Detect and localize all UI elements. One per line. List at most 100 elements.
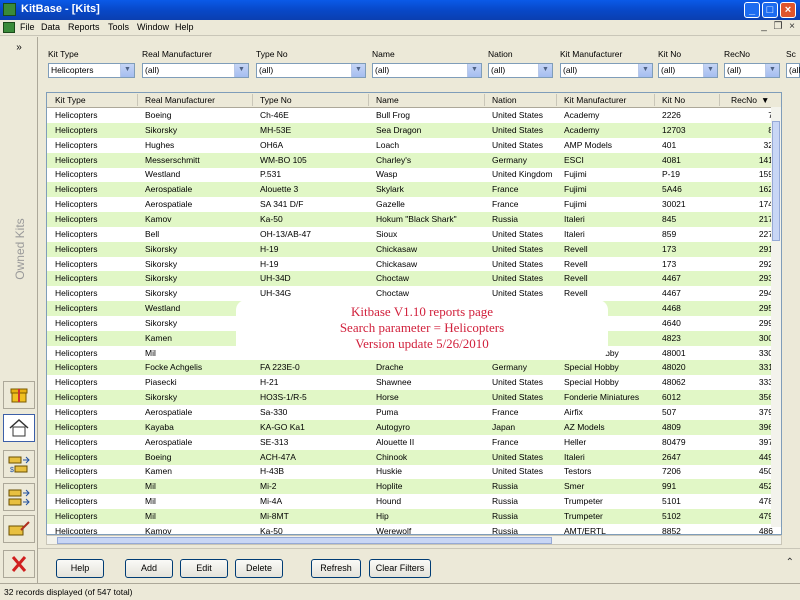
filter-kit-type-select[interactable]: Helicopters ▼ <box>48 63 135 78</box>
table-row[interactable]: Helicopters Mil Mi-8MT Hip Russia Trumpeter 51… <box>47 508 775 524</box>
collapse-icon[interactable]: ⌃ <box>786 557 794 568</box>
mdi-restore-icon[interactable]: ❐ <box>772 21 784 33</box>
column-header-kit-manufacturer[interactable]: Kit Manufacturer <box>564 95 626 105</box>
chevron-down-icon[interactable]: ▼ <box>638 64 652 77</box>
table-row[interactable]: Helicopters Kamov Ka-50 Werewolf Russia AMT/E… <box>47 524 775 534</box>
filter-real-manufacturer-value: (all) <box>145 65 160 75</box>
table-cell: UH-34D <box>260 273 291 284</box>
horizontal-scroll-thumb[interactable] <box>57 537 552 544</box>
table-cell: Fujimi <box>564 184 587 195</box>
table-cell: 2226 <box>662 110 681 120</box>
menu-tools[interactable]: Tools <box>108 22 129 32</box>
table-row[interactable]: Helicopters Aerospatiale SA 341 D/F Gazelle… <box>47 197 775 212</box>
table-cell: Helicopters <box>55 139 98 150</box>
column-header-type-no[interactable]: Type No <box>260 95 292 105</box>
home-icon[interactable] <box>3 414 35 442</box>
table-cell: Special Hobby <box>564 362 619 373</box>
table-row[interactable]: Helicopters Sikorsky UH-34G Choctaw United S… <box>47 286 775 301</box>
table-row[interactable]: Helicopters Kamen H-43B Huskie United States… <box>47 464 775 479</box>
table-cell: 173 <box>662 258 677 269</box>
edit-kit-icon[interactable] <box>3 515 35 543</box>
maximize-button[interactable]: □ <box>762 2 778 18</box>
expand-sidebar-button[interactable]: » <box>8 41 30 57</box>
filter-nation-select[interactable]: (all) ▼ <box>488 63 553 78</box>
table-row[interactable]: Helicopters Hughes OH6A Loach United States A… <box>47 138 775 153</box>
table-cell: Helicopters <box>55 481 98 492</box>
filter-label-real-manufacturer: Real Manufacturer <box>142 49 212 59</box>
table-row[interactable]: Helicopters Aerospatiale Sa-330 Puma France A… <box>47 405 775 420</box>
column-header-nation[interactable]: Nation <box>492 95 517 105</box>
column-header-real-manufacturer[interactable]: Real Manufacturer <box>145 95 215 105</box>
table-row[interactable]: Helicopters Sikorsky H-19 Chickasaw United S… <box>47 257 775 272</box>
column-header-name[interactable]: Name <box>376 95 399 105</box>
filter-type-no-select[interactable]: (all) ▼ <box>256 63 366 78</box>
table-row[interactable]: Helicopters Sikorsky MH-53E Sea Dragon Unite… <box>47 122 775 138</box>
table-row[interactable]: Helicopters Sikorsky H-19 Chickasaw United S… <box>47 241 775 257</box>
menu-file[interactable]: File <box>20 22 35 32</box>
close-button[interactable]: × <box>780 2 796 18</box>
table-row[interactable]: Helicopters Focke Achgelis FA 223E-0 Drache… <box>47 360 775 376</box>
add-button[interactable]: Add <box>125 559 173 578</box>
chevron-down-icon[interactable]: ▼ <box>234 64 248 77</box>
table-cell: Revell <box>564 243 588 254</box>
chevron-down-icon[interactable]: ▼ <box>467 64 481 77</box>
table-row[interactable]: Helicopters Sikorsky UH-34D Choctaw United S… <box>47 271 775 287</box>
vertical-scrollbar[interactable] <box>771 107 781 527</box>
table-cell: Helicopters <box>55 110 98 120</box>
mdi-minimize-icon[interactable]: _ <box>758 21 770 33</box>
transfer-out-icon[interactable] <box>3 483 35 511</box>
table-cell: Academy <box>564 124 600 135</box>
chevron-down-icon[interactable]: ▼ <box>120 64 134 77</box>
clear-filters-button[interactable]: Clear Filters <box>369 559 431 578</box>
delete-icon[interactable] <box>3 550 35 578</box>
table-cell: WM-BO 105 <box>260 154 307 165</box>
table-cell: 4081 <box>662 154 681 165</box>
table-row[interactable]: Helicopters Kayaba KA-GO Ka1 Autogyro Japan A… <box>47 419 775 435</box>
table-row[interactable]: Helicopters Piasecki H-21 Shawnee United Sta… <box>47 375 775 390</box>
table-cell: Alouette II <box>376 436 415 447</box>
filter-name-select[interactable]: (all) ▼ <box>372 63 482 78</box>
table-row[interactable]: Helicopters Mil Mi-4A Hound Russia Trumpeter 5… <box>47 494 775 509</box>
table-row[interactable]: Helicopters Kamov Ka-50 Hokum "Black Shark"… <box>47 211 775 227</box>
document-icon[interactable] <box>3 22 15 33</box>
help-button[interactable]: Help <box>56 559 104 578</box>
minimize-button[interactable]: _ <box>744 2 760 18</box>
table-row[interactable]: Helicopters Sikorsky HO3S-1/R-5 Horse United… <box>47 390 775 406</box>
refresh-button[interactable]: Refresh <box>311 559 361 578</box>
edit-button[interactable]: Edit <box>180 559 228 578</box>
table-row[interactable]: Helicopters Boeing ACH-47A Chinook United St… <box>47 449 775 465</box>
grid-header: Kit Type Real Manufacturer Type No Name … <box>47 93 781 108</box>
chevron-down-icon[interactable]: ▼ <box>765 64 779 77</box>
menu-window[interactable]: Window <box>137 22 169 32</box>
chevron-down-icon[interactable]: ▼ <box>538 64 552 77</box>
filter-recno-select[interactable]: (all) ▼ <box>724 63 780 78</box>
table-row[interactable]: Helicopters Messerschmitt WM-BO 105 Charley… <box>47 152 775 168</box>
table-row[interactable]: Helicopters Mil Mi-2 Hoplite Russia Smer 991 45… <box>47 479 775 495</box>
menu-reports[interactable]: Reports <box>68 22 100 32</box>
vertical-scroll-thumb[interactable] <box>772 121 780 241</box>
table-row[interactable]: Helicopters Westland P.531 Wasp United Kingd… <box>47 167 775 182</box>
column-header-recno[interactable]: RecNo <box>731 95 757 105</box>
table-row[interactable]: Helicopters Aerospatiale Alouette 3 Skylark… <box>47 182 775 198</box>
column-header-kit-no[interactable]: Kit No <box>662 95 685 105</box>
chevron-down-icon[interactable]: ▼ <box>703 64 717 77</box>
table-row[interactable]: Helicopters Aerospatiale SE-313 Alouette II… <box>47 435 775 450</box>
table-row[interactable]: Helicopters Bell OH-13/AB-47 Sioux United St… <box>47 227 775 242</box>
filter-sc-select[interactable]: (all) <box>786 63 800 78</box>
menu-data[interactable]: Data <box>41 22 60 32</box>
mdi-close-icon[interactable]: × <box>786 21 798 33</box>
horizontal-scrollbar[interactable] <box>46 535 782 545</box>
chevron-down-icon[interactable]: ▼ <box>351 64 365 77</box>
transfer-in-icon[interactable]: $ <box>3 450 35 478</box>
column-header-kit-type[interactable]: Kit Type <box>55 95 86 105</box>
filter-real-manufacturer-select[interactable]: (all) ▼ <box>142 63 249 78</box>
gift-icon[interactable] <box>3 381 35 409</box>
delete-button[interactable]: Delete <box>235 559 283 578</box>
filter-kit-manufacturer-select[interactable]: (all) ▼ <box>560 63 653 78</box>
table-cell: Mil <box>145 347 156 358</box>
table-row[interactable]: Helicopters Boeing Ch-46E Bull Frog United S… <box>47 108 775 123</box>
menu-help[interactable]: Help <box>175 22 194 32</box>
table-cell: 478 <box>758 496 773 507</box>
table-cell: Russia <box>492 213 518 224</box>
filter-kit-no-select[interactable]: (all) ▼ <box>658 63 718 78</box>
